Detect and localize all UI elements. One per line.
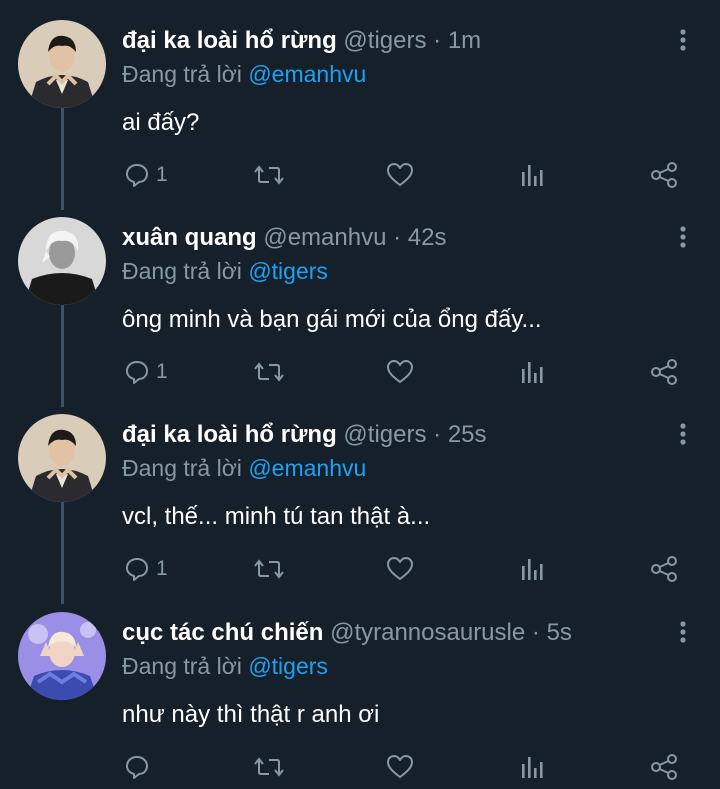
reply-count: 1: [156, 163, 168, 186]
analytics-button[interactable]: [519, 554, 545, 584]
avatar[interactable]: [18, 612, 106, 700]
retweet-icon: [254, 559, 284, 579]
tweet[interactable]: đại ka loài hổ rừng @tigers · 1m Đang tr…: [0, 0, 720, 210]
tweet-header: đại ka loài hổ rừng @tigers · 25s: [122, 420, 487, 450]
like-icon: [387, 163, 413, 186]
share-icon: [651, 359, 677, 385]
replying-to-label: Đang trả lời: [122, 455, 242, 481]
analytics-button[interactable]: [519, 160, 545, 190]
separator-dot: ·: [393, 224, 402, 251]
reply-button[interactable]: 1: [124, 357, 168, 387]
share-button[interactable]: [650, 752, 678, 782]
reply-icon: [126, 361, 148, 384]
mention-link[interactable]: @tigers: [248, 258, 328, 284]
like-button[interactable]: [386, 357, 414, 387]
retweet-icon: [254, 165, 284, 185]
retweet-button[interactable]: [254, 357, 284, 387]
timestamp[interactable]: 25s: [448, 421, 487, 448]
retweet-icon: [254, 757, 284, 777]
mention-link[interactable]: @emanhvu: [248, 61, 366, 87]
share-button[interactable]: [650, 554, 678, 584]
more-vertical-icon[interactable]: [676, 620, 690, 650]
separator-dot: ·: [433, 27, 442, 54]
tweet[interactable]: cục tác chú chiến @tyrannosaurusle · 5s …: [0, 592, 720, 789]
thread-line: [61, 502, 64, 604]
tweet-text: ông minh và bạn gái mới của ổng đấy...: [122, 306, 542, 333]
tweet-text: ai đấy?: [122, 109, 200, 136]
retweet-button[interactable]: [254, 752, 284, 782]
reply-count: 1: [156, 557, 168, 580]
reply-icon: [126, 756, 148, 779]
analytics-icon: [522, 757, 543, 778]
analytics-button[interactable]: [519, 357, 545, 387]
retweet-icon: [254, 362, 284, 382]
tweet-text: như này thì thật r anh ơi: [122, 701, 380, 728]
reply-button[interactable]: 1: [124, 554, 168, 584]
avatar[interactable]: [18, 217, 106, 305]
tweet-thread: đại ka loài hổ rừng @tigers · 1m Đang tr…: [0, 0, 720, 789]
mention-link[interactable]: @emanhvu: [248, 455, 366, 481]
replying-to-label: Đang trả lời: [122, 653, 242, 679]
share-icon: [651, 556, 677, 582]
display-name[interactable]: xuân quang: [122, 224, 257, 251]
separator-dot: ·: [531, 619, 540, 646]
share-icon: [651, 754, 677, 780]
avatar[interactable]: [18, 414, 106, 502]
replying-to-label: Đang trả lời: [122, 258, 242, 284]
more-vertical-icon[interactable]: [676, 422, 690, 452]
like-button[interactable]: [386, 752, 414, 782]
timestamp[interactable]: 42s: [408, 224, 447, 251]
reply-icon: [126, 558, 148, 581]
tweet[interactable]: đại ka loài hổ rừng @tigers · 25s Đang t…: [0, 394, 720, 604]
tweet-actions: 1: [0, 554, 720, 584]
tweet-text: vcl, thế... minh tú tan thật à...: [122, 503, 431, 530]
tweet-actions: 1: [0, 357, 720, 387]
avatar[interactable]: [18, 20, 106, 108]
tweet-header: đại ka loài hổ rừng @tigers · 1m: [122, 26, 481, 56]
tweet[interactable]: xuân quang @emanhvu · 42s Đang trả lời @…: [0, 197, 720, 407]
display-name[interactable]: đại ka loài hổ rừng: [122, 27, 337, 54]
share-icon: [651, 162, 677, 188]
thread-line: [61, 108, 64, 210]
share-button[interactable]: [650, 160, 678, 190]
username[interactable]: @emanhvu: [263, 224, 386, 251]
tweet-actions: 1: [0, 160, 720, 190]
username[interactable]: @tyrannosaurusle: [330, 619, 525, 646]
username[interactable]: @tigers: [343, 27, 426, 54]
reply-button[interactable]: [124, 752, 156, 782]
retweet-button[interactable]: [254, 554, 284, 584]
thread-line: [61, 305, 64, 407]
replying-to: Đang trả lời @emanhvu: [122, 453, 366, 483]
display-name[interactable]: cục tác chú chiến: [122, 619, 323, 646]
display-name[interactable]: đại ka loài hổ rừng: [122, 421, 337, 448]
reply-count: 1: [156, 360, 168, 383]
reply-button[interactable]: 1: [124, 160, 168, 190]
reply-icon: [126, 164, 148, 187]
replying-to: Đang trả lời @tigers: [122, 651, 328, 681]
like-icon: [387, 755, 413, 778]
replying-to-label: Đang trả lời: [122, 61, 242, 87]
analytics-button[interactable]: [519, 752, 545, 782]
replying-to: Đang trả lời @tigers: [122, 256, 328, 286]
retweet-button[interactable]: [254, 160, 284, 190]
more-vertical-icon[interactable]: [676, 225, 690, 255]
mention-link[interactable]: @tigers: [248, 653, 328, 679]
like-button[interactable]: [386, 554, 414, 584]
share-button[interactable]: [650, 357, 678, 387]
analytics-icon: [522, 559, 543, 580]
timestamp[interactable]: 1m: [448, 27, 481, 54]
more-vertical-icon[interactable]: [676, 28, 690, 58]
tweet-header: cục tác chú chiến @tyrannosaurusle · 5s: [122, 618, 572, 648]
timestamp[interactable]: 5s: [547, 619, 572, 646]
like-button[interactable]: [386, 160, 414, 190]
tweet-actions: [0, 752, 720, 782]
separator-dot: ·: [433, 421, 442, 448]
analytics-icon: [522, 362, 543, 383]
username[interactable]: @tigers: [343, 421, 426, 448]
replying-to: Đang trả lời @emanhvu: [122, 59, 366, 89]
tweet-header: xuân quang @emanhvu · 42s: [122, 223, 446, 253]
analytics-icon: [522, 165, 543, 186]
like-icon: [387, 557, 413, 580]
like-icon: [387, 360, 413, 383]
